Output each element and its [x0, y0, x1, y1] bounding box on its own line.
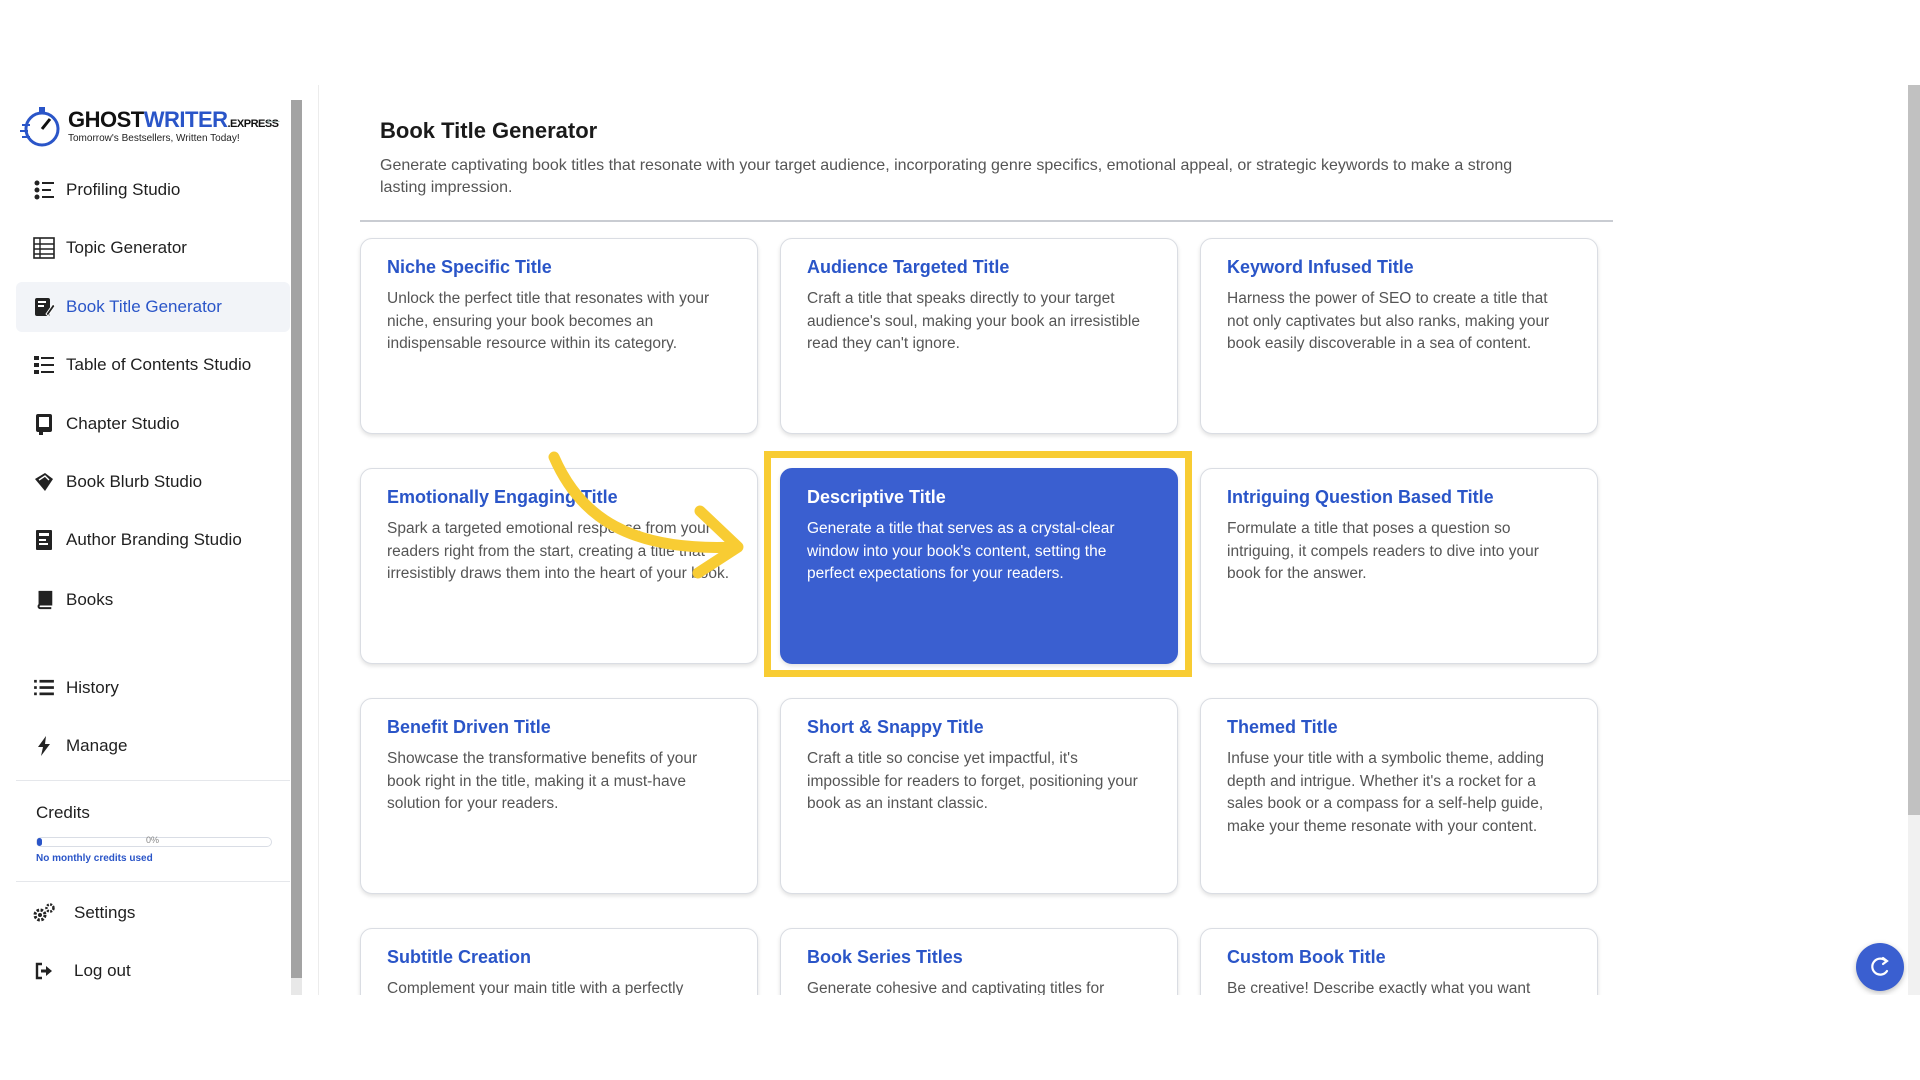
sidebar-item-history[interactable]: History — [16, 663, 290, 713]
sidebar-item-chapter-studio[interactable]: Chapter Studio — [16, 399, 290, 449]
card-description: Complement your main title with a perfec… — [387, 980, 684, 995]
sidebar-item-label: Chapter Studio — [66, 414, 180, 433]
card-description: Infuse your title with a symbolic theme,… — [1227, 750, 1545, 835]
credits-progress-fill — [37, 838, 42, 846]
app-window: GHOSTWRITER.EXPRESS Tomorrow's Bestselle… — [0, 85, 1920, 995]
books-icon — [32, 588, 56, 612]
sidebar-item-label: Settings — [74, 903, 136, 922]
sidebar-item-label: Profiling Studio — [66, 180, 181, 199]
branding-icon — [32, 528, 56, 552]
sidebar-item-label: Topic Generator — [66, 238, 187, 257]
card-title: Audience Targeted Title — [807, 257, 1010, 277]
main-scrollbar[interactable] — [1908, 85, 1920, 995]
collapse-sidebar-arrow-icon[interactable]: ← — [262, 107, 284, 129]
card-title: Book Series Titles — [807, 947, 963, 967]
card-title: Custom Book Title — [1227, 947, 1386, 967]
bolt-icon — [32, 734, 56, 758]
sidebar-item-label: Author Branding Studio — [66, 530, 242, 549]
card-description: Craft a title so concise yet impactful, … — [807, 750, 1138, 812]
card-description: Craft a title that speaks directly to yo… — [807, 290, 1140, 352]
card-description: Unlock the perfect title that resonates … — [387, 290, 710, 352]
toc-list-icon — [32, 353, 56, 377]
highlight-box — [764, 451, 1192, 677]
logo-wordmark: GHOSTWRITER.EXPRESS — [68, 107, 279, 132]
gears-icon — [32, 901, 56, 925]
card-niche-specific-title[interactable]: Niche Specific Title Unlock the perfect … — [360, 238, 758, 434]
card-custom-book-title[interactable]: Custom Book Title Be creative! Describe … — [1200, 928, 1598, 995]
sidebar-scrollbar-thumb[interactable] — [291, 100, 302, 978]
sidebar-item-label: History — [66, 678, 119, 697]
sidebar-item-profiling-studio[interactable]: Profiling Studio — [16, 165, 290, 215]
logo[interactable]: GHOSTWRITER.EXPRESS Tomorrow's Bestselle… — [20, 103, 279, 149]
sidebar-item-label: Book Title Generator — [66, 297, 222, 316]
card-title: Keyword Infused Title — [1227, 257, 1414, 277]
sidebar-item-book-blurb-studio[interactable]: Book Blurb Studio — [16, 457, 290, 507]
card-title: Benefit Driven Title — [387, 717, 551, 737]
main-scrollbar-thumb[interactable] — [1908, 85, 1920, 815]
card-title: Short & Snappy Title — [807, 717, 984, 737]
card-description: Generate cohesive and captivating titles… — [807, 980, 1105, 995]
logo-tagline: Tomorrow's Bestsellers, Written Today! — [68, 133, 240, 144]
card-benefit-driven-title[interactable]: Benefit Driven Title Showcase the transf… — [360, 698, 758, 894]
history-list-icon — [32, 676, 56, 700]
profiling-icon — [32, 178, 56, 202]
sidebar-scrollbar[interactable] — [291, 100, 302, 995]
card-keyword-infused-title[interactable]: Keyword Infused Title Harness the power … — [1200, 238, 1598, 434]
annotation-arrow-icon — [548, 451, 744, 579]
sidebar-divider — [318, 85, 319, 995]
page-title: Book Title Generator — [380, 118, 598, 143]
refresh-button[interactable] — [1856, 943, 1904, 991]
sidebar-item-label: Manage — [66, 736, 128, 755]
page-description: Generate captivating book titles that re… — [380, 157, 1513, 196]
sidebar-item-manage[interactable]: Manage — [16, 721, 290, 771]
card-description: Be creative! Describe exactly what you w… — [1227, 980, 1531, 995]
card-title: Intriguing Question Based Title — [1227, 487, 1494, 507]
card-intriguing-question-based-title[interactable]: Intriguing Question Based Title Formulat… — [1200, 468, 1598, 664]
logout-icon — [32, 959, 56, 983]
sidebar-item-books[interactable]: Books — [16, 575, 290, 625]
card-audience-targeted-title[interactable]: Audience Targeted Title Craft a title th… — [780, 238, 1178, 434]
card-subtitle-creation[interactable]: Subtitle Creation Complement your main t… — [360, 928, 758, 995]
credits-panel: Credits 0% No monthly credits used — [16, 780, 290, 882]
sidebar-item-book-title-generator[interactable]: Book Title Generator — [16, 282, 290, 332]
sidebar-item-table-of-contents-studio[interactable]: Table of Contents Studio — [16, 340, 290, 390]
sidebar-item-topic-generator[interactable]: Topic Generator — [16, 223, 290, 273]
sidebar-item-settings[interactable]: Settings — [16, 888, 290, 938]
credits-percent: 0% — [146, 835, 160, 845]
sidebar-item-log-out[interactable]: Log out — [16, 946, 290, 995]
card-title: Subtitle Creation — [387, 947, 532, 967]
sidebar-item-label: Book Blurb Studio — [66, 472, 203, 491]
card-themed-title[interactable]: Themed Title Infuse your title with a sy… — [1200, 698, 1598, 894]
card-title: Niche Specific Title — [387, 257, 552, 277]
card-description: Showcase the transformative benefits of … — [387, 750, 698, 812]
blurb-icon — [32, 470, 56, 494]
chapter-book-icon — [32, 412, 56, 436]
title-edit-icon — [32, 295, 56, 319]
header-divider — [360, 220, 1613, 222]
sidebar: GHOSTWRITER.EXPRESS Tomorrow's Bestselle… — [0, 85, 302, 995]
refresh-icon — [1871, 956, 1889, 976]
card-description: Formulate a title that poses a question … — [1227, 520, 1539, 582]
credits-note: No monthly credits used — [36, 853, 153, 864]
card-book-series-titles[interactable]: Book Series Titles Generate cohesive and… — [780, 928, 1178, 995]
card-short-snappy-title[interactable]: Short & Snappy Title Craft a title so co… — [780, 698, 1178, 894]
topic-list-icon — [32, 236, 56, 260]
stopwatch-logo-icon — [20, 107, 60, 147]
card-description: Harness the power of SEO to create a tit… — [1227, 290, 1550, 352]
sidebar-item-label: Books — [66, 590, 114, 609]
sidebar-item-label: Table of Contents Studio — [66, 355, 252, 374]
credits-label: Credits — [36, 803, 90, 822]
card-title: Themed Title — [1227, 717, 1338, 737]
sidebar-item-author-branding-studio[interactable]: Author Branding Studio — [16, 515, 290, 565]
sidebar-item-label: Log out — [74, 961, 131, 980]
